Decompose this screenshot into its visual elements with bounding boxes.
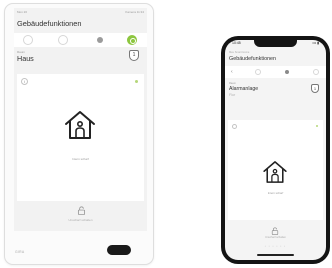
phone-disarm-label[interactable]: Unscharf schalten — [225, 236, 326, 239]
phone-time: 10:45 — [232, 41, 241, 45]
room-name: Haus — [17, 54, 34, 63]
phone-device: 10:45 ••• ▮ Meu Smart Home Gebäudefunkti… — [221, 36, 330, 264]
phone-status-dot — [316, 125, 318, 127]
phone-room-badge[interactable]: 1 — [311, 84, 319, 93]
sun-icon[interactable] — [58, 35, 68, 45]
alarm-icon[interactable] — [127, 35, 137, 45]
alarm-status: Intern scharf — [72, 157, 89, 161]
house-icon — [65, 111, 95, 139]
phone-lock-icon[interactable] — [271, 227, 279, 235]
alarm-card[interactable]: i Intern scharf — [17, 74, 144, 201]
tablet-device: Mon 20 Kamera 11:34 Gebäudefunktionen Ra… — [4, 3, 154, 265]
phone-room-sub: Flur — [229, 93, 236, 97]
home-indicator[interactable] — [257, 254, 294, 256]
phone-alarm-card[interactable]: Intern scharf — [228, 120, 323, 220]
back-icon[interactable]: ‹ — [231, 69, 237, 75]
status-dot — [135, 80, 138, 83]
sun-icon[interactable] — [255, 69, 261, 75]
phone-alarm-status: Intern scharf — [267, 191, 284, 195]
phone-info-icon[interactable] — [232, 124, 237, 129]
phone-function-tab-bar: ‹ — [225, 66, 326, 78]
disarm-label[interactable]: Unscharf schalten — [14, 218, 147, 222]
power-icon[interactable] — [23, 35, 33, 45]
lock-icon[interactable] — [77, 206, 86, 215]
info-icon[interactable]: i — [21, 78, 28, 85]
tablet-status-right: Kamera 11:34 — [125, 10, 144, 14]
shutter-icon[interactable] — [285, 70, 289, 74]
signal-icon: ••• ▮ — [312, 41, 319, 45]
shutter-icon[interactable] — [97, 37, 103, 43]
menu-icon[interactable] — [313, 69, 319, 75]
page-title: Gebäudefunktionen — [17, 19, 82, 28]
phone-room-name: Alarmanlage — [229, 86, 259, 92]
phone-room-label: Raum — [229, 82, 236, 85]
breadcrumb[interactable]: Meu Smart Home — [229, 51, 249, 54]
page-indicator: • • • • • • — [264, 244, 287, 248]
brand-logo: GIRA — [15, 250, 25, 254]
phone-house-icon — [263, 161, 287, 183]
tablet-status-bar: Mon 20 Kamera 11:34 — [14, 8, 147, 16]
phone-status-bar: 10:45 ••• ▮ — [225, 41, 326, 48]
function-tab-bar — [14, 33, 147, 47]
tablet-status-left: Mon 20 — [17, 10, 28, 14]
phone-screen: 10:45 ••• ▮ Meu Smart Home Gebäudefunkti… — [225, 40, 326, 260]
tablet-home-button[interactable] — [107, 245, 131, 255]
room-badge[interactable]: 1 — [129, 50, 139, 61]
tablet-screen: Mon 20 Kamera 11:34 Gebäudefunktionen Ra… — [14, 8, 147, 231]
phone-page-title: Gebäudefunktionen — [229, 56, 277, 62]
